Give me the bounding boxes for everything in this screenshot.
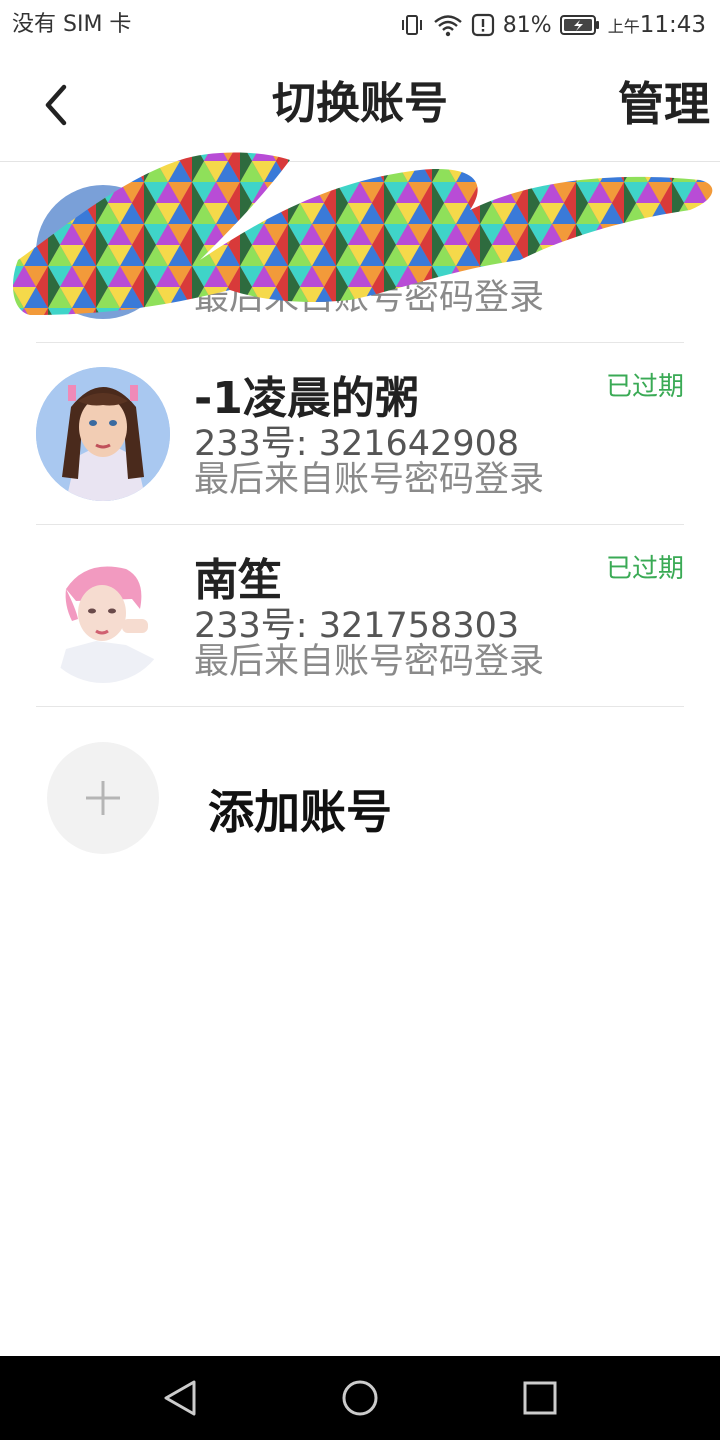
account-login-method: 最后来自账号密码登录 (194, 460, 545, 500)
square-recents-icon (523, 1381, 557, 1415)
status-icons: 81% 上午11:43 (399, 8, 706, 42)
account-login-method: 最后来自账号密码登录 (194, 642, 545, 682)
battery-percent: 81% (502, 12, 552, 38)
divider (36, 706, 684, 707)
avatar-image (36, 367, 170, 501)
account-name: 南笙 (194, 555, 282, 606)
account-item[interactable]: -1凌晨的粥 233号: 321642908 最后来自账号密码登录 已过期 (0, 343, 720, 525)
carrier-text: 没有 SIM 卡 (12, 12, 132, 37)
status-bar: 没有 SIM 卡 81% 上午11:43 (0, 0, 720, 50)
avatar-image (36, 549, 170, 683)
expired-badge: 已过期 (605, 372, 684, 402)
triangle-back-icon (164, 1380, 196, 1416)
avatar (36, 549, 170, 683)
page-title: 切换账号 (272, 78, 448, 129)
account-item[interactable]: 南笙 233号: 321758303 最后来自账号密码登录 已过期 (0, 525, 720, 707)
circle-home-icon (342, 1380, 378, 1416)
switch-account-screen: 没有 SIM 卡 81% 上午11:43 切换账号 管理 最后来自账号密码登录 … (0, 0, 720, 1440)
avatar (36, 185, 170, 319)
account-item[interactable]: 最后来自账号密码登录 (0, 161, 720, 343)
time-text: 11:43 (639, 12, 706, 38)
time-prefix: 上午 (607, 17, 640, 36)
vibrate-icon (399, 13, 425, 37)
battery-charging-icon (559, 14, 600, 36)
add-account-label: 添加账号 (208, 785, 392, 839)
nav-back-button[interactable] (158, 1376, 202, 1420)
wifi-icon (433, 13, 463, 37)
avatar (36, 367, 170, 501)
header-bar: 切换账号 管理 (0, 50, 720, 162)
nav-recents-button[interactable] (518, 1376, 562, 1420)
expired-badge: 已过期 (605, 554, 684, 584)
plus-icon (86, 781, 120, 815)
account-login-method: 最后来自账号密码登录 (194, 278, 545, 318)
nav-home-button[interactable] (338, 1376, 382, 1420)
clock: 上午11:43 (608, 12, 706, 38)
account-name: -1凌晨的粥 (194, 373, 419, 424)
system-nav-bar (0, 1356, 720, 1440)
manage-button[interactable]: 管理 (618, 74, 710, 134)
add-account-circle[interactable] (47, 742, 159, 854)
add-account-button[interactable]: 添加账号 (0, 708, 720, 888)
alert-icon (471, 13, 495, 37)
